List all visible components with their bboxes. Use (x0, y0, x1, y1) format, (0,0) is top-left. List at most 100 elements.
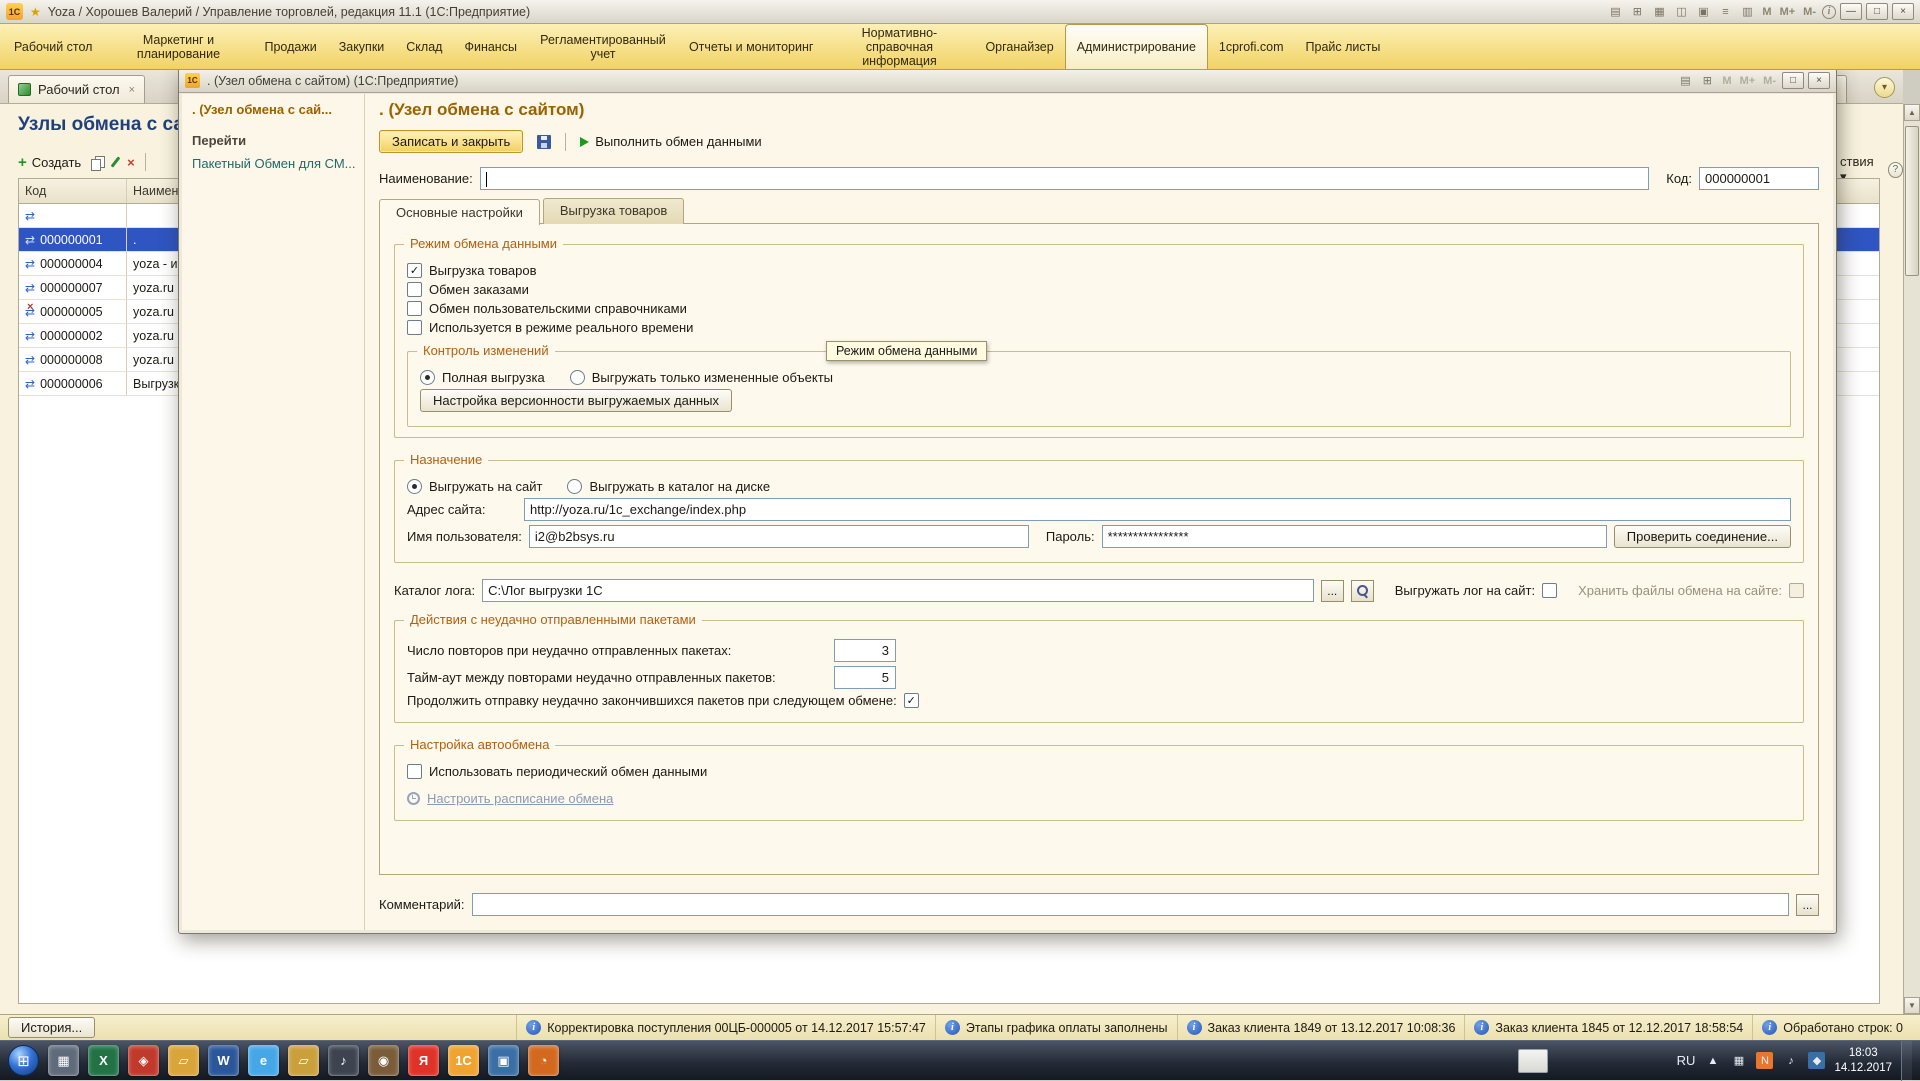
edit-pencil-icon-button[interactable] (111, 156, 121, 167)
taskbar-app-icon-audio[interactable]: ♪ (328, 1045, 359, 1076)
section-tab-finance[interactable]: Финансы (453, 24, 527, 69)
show-desktop-button[interactable] (1901, 1041, 1912, 1081)
retry-count-input[interactable]: 3 (834, 639, 896, 662)
main-scrollbar[interactable]: ▲ ▼ (1903, 104, 1920, 1014)
memory-mminus-button[interactable]: M- (1801, 6, 1818, 18)
titlebar-tool-icon[interactable]: ▤ (1606, 4, 1624, 20)
taskbar-clock[interactable]: 18:03 14.12.2017 (1834, 1046, 1892, 1075)
column-header-code[interactable]: Код (19, 179, 127, 203)
timeout-input[interactable]: 5 (834, 666, 896, 689)
radio-changed-only[interactable] (570, 370, 585, 385)
dialog-close-button[interactable]: × (1808, 72, 1830, 89)
checkbox-order-exchange[interactable] (407, 282, 422, 297)
memory-mplus-button[interactable]: M+ (1778, 6, 1798, 18)
section-tab-organizer[interactable]: Органайзер (974, 24, 1064, 69)
copy-icon-button[interactable] (91, 156, 104, 169)
close-button[interactable]: × (1892, 3, 1914, 20)
taskbar-window-button[interactable] (1518, 1049, 1548, 1073)
titlebar-tool-icon[interactable]: ◫ (1672, 4, 1690, 20)
checkbox-upload-log[interactable] (1542, 583, 1557, 598)
info-button[interactable]: i (1822, 5, 1836, 19)
log-folder-input[interactable]: C:\Лог выгрузки 1С (482, 579, 1314, 602)
taskbar-app-icon-yandex[interactable]: Я (408, 1045, 439, 1076)
section-tab-marketing[interactable]: Маркетинг и планирование (103, 24, 253, 69)
radio-export-to-site[interactable] (407, 479, 422, 494)
radio-export-to-folder[interactable] (567, 479, 582, 494)
code-input[interactable]: 000000001 (1699, 167, 1819, 190)
dialog-tool-icon[interactable]: ▤ (1676, 73, 1694, 89)
comment-input[interactable] (472, 893, 1790, 916)
tray-icon[interactable]: N (1756, 1052, 1773, 1069)
section-tab-reports[interactable]: Отчеты и мониторинг (678, 24, 825, 69)
site-address-input[interactable]: http://yoza.ru/1c_exchange/index.php (524, 498, 1791, 521)
search-icon-button[interactable] (1351, 580, 1374, 602)
titlebar-tool-icon[interactable]: ▥ (1738, 4, 1756, 20)
help-button[interactable]: ? (1888, 162, 1903, 178)
taskbar-app-icon[interactable]: ◉ (368, 1045, 399, 1076)
minimize-button[interactable]: — (1840, 3, 1862, 20)
section-tab-regulated-accounting[interactable]: Регламентированный учет (528, 24, 678, 69)
checkbox-user-catalogs[interactable] (407, 301, 422, 316)
service-panel-chevron-button[interactable]: ▾ (1874, 77, 1895, 98)
run-exchange-button[interactable]: Выполнить обмен данными (574, 132, 767, 151)
delete-icon-button[interactable]: × (127, 155, 135, 170)
start-button[interactable]: ⊞ (8, 1045, 39, 1076)
password-input[interactable]: **************** (1102, 525, 1607, 548)
language-indicator[interactable]: RU (1677, 1053, 1696, 1068)
section-tab-warehouse[interactable]: Склад (395, 24, 453, 69)
name-input[interactable] (480, 167, 1650, 190)
dialog-maximize-button[interactable]: □ (1782, 72, 1804, 89)
history-button[interactable]: История... (8, 1017, 95, 1038)
tray-icon[interactable]: ◆ (1808, 1052, 1825, 1069)
taskbar-app-icon-1c[interactable]: 1С (448, 1045, 479, 1076)
section-tab-desktop[interactable]: Рабочий стол (3, 24, 103, 69)
favorites-star-icon[interactable]: ★ (30, 5, 41, 19)
taskbar-app-icon-excel[interactable]: X (88, 1045, 119, 1076)
checkbox-export-goods[interactable] (407, 263, 422, 278)
taskbar-app-icon-ie[interactable]: e (248, 1045, 279, 1076)
titlebar-tool-icon[interactable]: ≡ (1716, 4, 1734, 20)
tab-goods-export[interactable]: Выгрузка товаров (543, 198, 685, 224)
section-tab-1cprofi[interactable]: 1cprofi.com (1208, 24, 1295, 69)
radio-full-export[interactable] (420, 370, 435, 385)
taskbar-app-icon-folder[interactable]: ▱ (168, 1045, 199, 1076)
taskbar-app-icon-media[interactable]: ◔ (528, 1045, 559, 1076)
titlebar-tool-icon[interactable]: ▦ (1650, 4, 1668, 20)
checkbox-continue-failed[interactable] (904, 693, 919, 708)
scroll-thumb[interactable] (1905, 126, 1919, 276)
scroll-down-button[interactable]: ▼ (1904, 997, 1920, 1014)
tray-icon[interactable]: ▦ (1730, 1052, 1747, 1069)
section-tab-purchases[interactable]: Закупки (328, 24, 396, 69)
tray-icon-volume[interactable]: ♪ (1782, 1052, 1799, 1069)
create-button[interactable]: + Создать (18, 154, 81, 171)
titlebar-tool-icon[interactable]: ▣ (1694, 4, 1712, 20)
taskbar-app-icon[interactable]: ▦ (48, 1045, 79, 1076)
taskbar-app-icon-folder[interactable]: ▱ (288, 1045, 319, 1076)
section-tab-administration[interactable]: Администрирование (1065, 24, 1208, 69)
taskbar-app-icon-word[interactable]: W (208, 1045, 239, 1076)
scroll-up-button[interactable]: ▲ (1904, 104, 1920, 121)
workspace-tab-desktop[interactable]: Рабочий стол × (8, 75, 145, 103)
nav-link-batch-exchange[interactable]: Пакетный Обмен для СМ... (192, 156, 356, 171)
save-icon-button[interactable] (531, 133, 557, 151)
section-tab-master-data[interactable]: Нормативно-справочная информация (824, 24, 974, 69)
section-tab-sales[interactable]: Продажи (253, 24, 327, 69)
comment-more-button[interactable]: ... (1796, 894, 1819, 916)
checkbox-periodic-exchange[interactable] (407, 764, 422, 779)
titlebar-tool-icon[interactable]: ⊞ (1628, 4, 1646, 20)
versioning-settings-button[interactable]: Настройка версионности выгружаемых данны… (420, 389, 732, 412)
tray-icon-hidden-icons[interactable]: ▲ (1704, 1052, 1721, 1069)
section-tab-price-lists[interactable]: Прайс листы (1295, 24, 1392, 69)
browse-button[interactable]: ... (1321, 580, 1344, 602)
taskbar-app-icon-computer[interactable]: ▣ (488, 1045, 519, 1076)
username-input[interactable]: i2@b2bsys.ru (529, 525, 1029, 548)
checkbox-realtime[interactable] (407, 320, 422, 335)
dialog-tool-icon[interactable]: ⊞ (1698, 73, 1716, 89)
tab-close-icon[interactable]: × (129, 84, 135, 96)
tab-main-settings[interactable]: Основные настройки (379, 199, 540, 225)
check-connection-button[interactable]: Проверить соединение... (1614, 525, 1791, 548)
memory-m-button[interactable]: M (1760, 6, 1773, 18)
save-and-close-button[interactable]: Записать и закрыть (379, 130, 523, 153)
taskbar-app-icon[interactable]: ◈ (128, 1045, 159, 1076)
maximize-button[interactable]: □ (1866, 3, 1888, 20)
